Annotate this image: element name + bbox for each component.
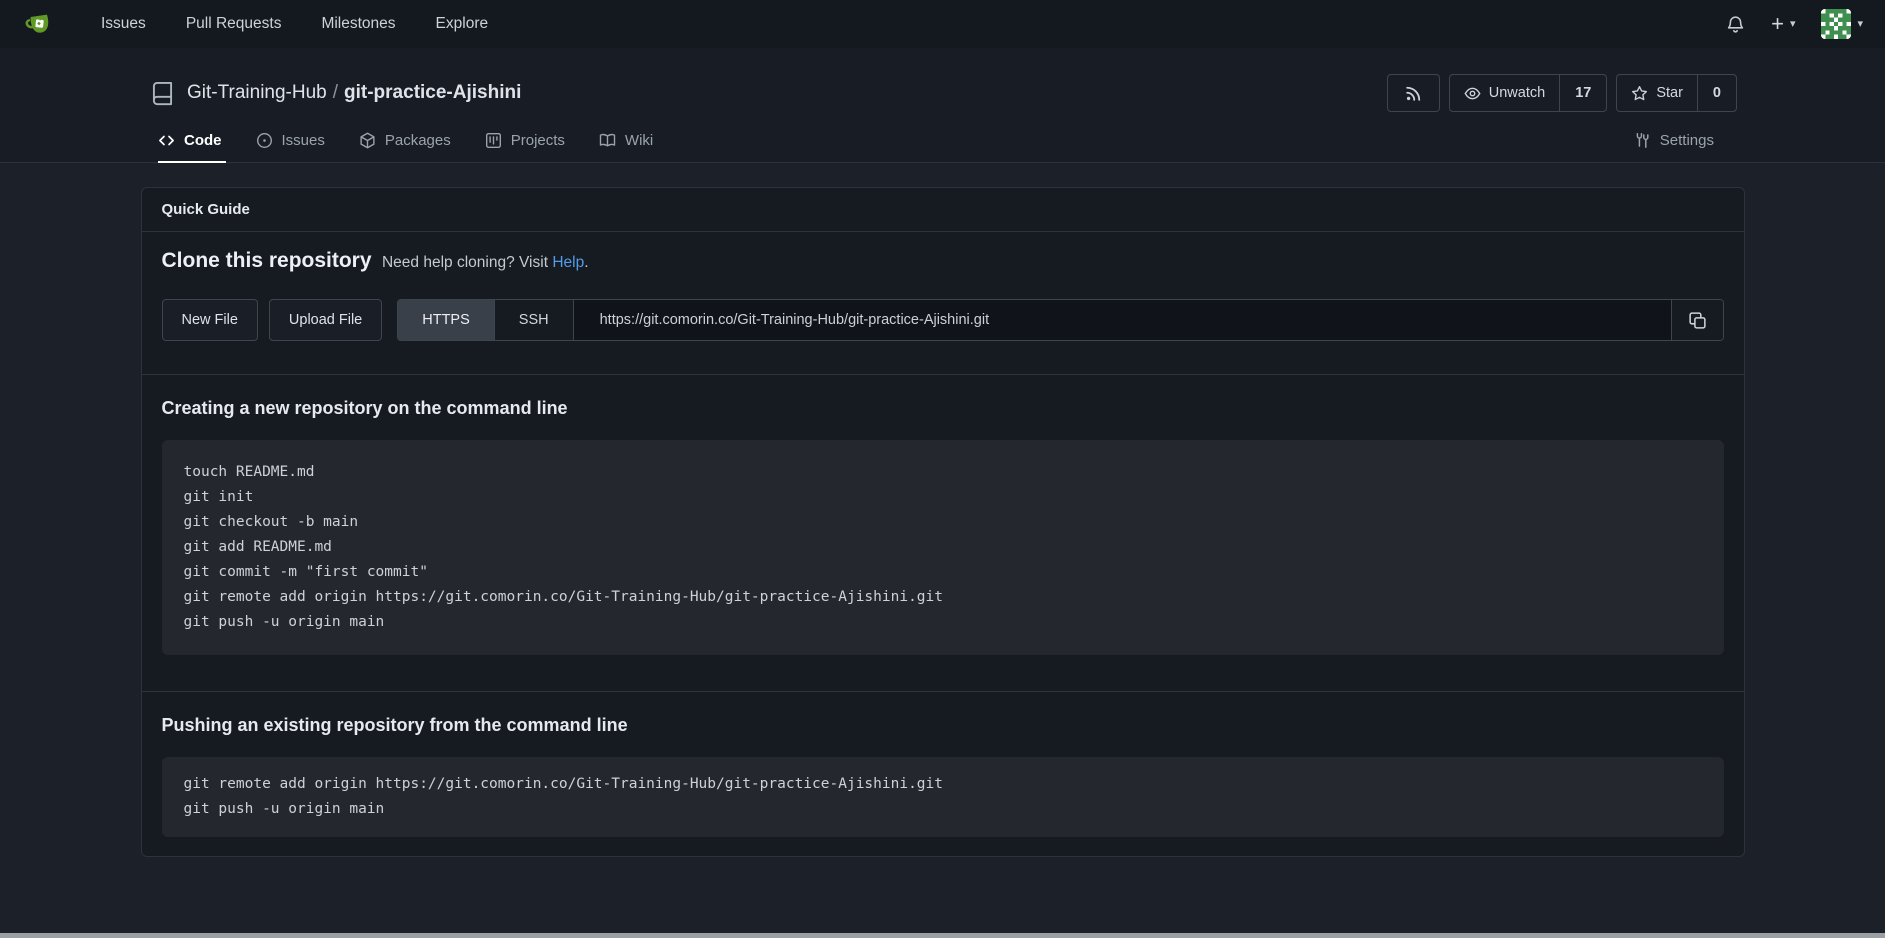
unwatch-label: Unwatch: [1489, 85, 1545, 101]
create-repo-title: Creating a new repository on the command…: [162, 398, 1724, 419]
copy-icon: [1688, 311, 1707, 330]
quick-guide-panel: Quick Guide Clone this repository Need h…: [141, 187, 1745, 857]
copy-url-button[interactable]: [1671, 300, 1723, 340]
repo-book-icon: [150, 81, 175, 106]
tab-wiki-label: Wiki: [625, 132, 653, 149]
chevron-down-icon: ▾: [1857, 19, 1863, 30]
create-repo-section: Creating a new repository on the command…: [142, 374, 1744, 691]
upload-file-button[interactable]: Upload File: [269, 299, 382, 341]
code-line: git init: [184, 485, 1702, 510]
code-icon: [158, 132, 175, 149]
ssh-toggle-button[interactable]: SSH: [495, 300, 574, 340]
clone-toolbar: New File Upload File HTTPS SSH: [162, 299, 1724, 341]
create-new-menu[interactable]: + ▾: [1771, 13, 1795, 35]
clone-section: Clone this repository Need help cloning?…: [142, 232, 1744, 374]
tab-code-label: Code: [184, 132, 222, 149]
rss-icon: [1405, 85, 1422, 102]
clone-subtitle-text: Need help cloning? Visit: [382, 254, 548, 271]
wiki-book-icon: [599, 132, 616, 149]
code-line: git push -u origin main: [184, 797, 1702, 822]
create-repo-code-block[interactable]: touch README.md git init git checkout -b…: [162, 440, 1724, 655]
chevron-down-icon: ▾: [1790, 19, 1796, 30]
tab-settings-label: Settings: [1660, 132, 1714, 149]
tab-packages-label: Packages: [385, 132, 451, 149]
user-menu[interactable]: ▾: [1821, 9, 1863, 39]
repo-actions: Unwatch 17 Star 0: [1387, 74, 1737, 112]
push-existing-code-block[interactable]: git remote add origin https://git.comori…: [162, 757, 1724, 837]
stars-count[interactable]: 0: [1697, 75, 1736, 111]
top-navbar: Issues Pull Requests Milestones Explore …: [0, 0, 1885, 48]
repo-breadcrumb: Git-Training-Hub/git-practice-Ajishini: [187, 82, 521, 104]
main-content: Quick Guide Clone this repository Need h…: [0, 163, 1885, 857]
tabs-left: Code Issues Packages Proj: [158, 132, 667, 162]
https-toggle-button[interactable]: HTTPS: [398, 300, 495, 340]
rss-feed-button[interactable]: [1387, 74, 1440, 112]
star-icon: [1631, 85, 1648, 102]
star-label: Star: [1656, 85, 1683, 101]
code-line: git remote add origin https://git.comori…: [184, 585, 1702, 610]
push-existing-section: Pushing an existing repository from the …: [142, 691, 1744, 856]
clone-subtitle: Need help cloning? Visit Help.: [382, 254, 589, 271]
code-line: git commit -m "first commit": [184, 560, 1702, 585]
navbar-left: Issues Pull Requests Milestones Explore: [24, 0, 508, 48]
nav-item-milestones[interactable]: Milestones: [301, 0, 415, 48]
tab-wiki[interactable]: Wiki: [585, 132, 667, 162]
horizontal-scrollbar[interactable]: [0, 933, 1885, 938]
repo-tabs: Code Issues Packages Proj: [0, 114, 1885, 162]
watchers-count[interactable]: 17: [1559, 75, 1606, 111]
code-line: touch README.md: [184, 460, 1702, 485]
clone-title: Clone this repository: [162, 249, 372, 272]
repo-title: Git-Training-Hub/git-practice-Ajishini: [150, 81, 521, 106]
tab-packages[interactable]: Packages: [345, 132, 465, 162]
tab-issues-label: Issues: [282, 132, 325, 149]
tab-settings[interactable]: Settings: [1620, 132, 1728, 162]
star-button[interactable]: Star 0: [1616, 74, 1737, 112]
nav-item-issues[interactable]: Issues: [81, 0, 166, 48]
repo-title-row: Git-Training-Hub/git-practice-Ajishini: [0, 48, 1885, 114]
tab-projects[interactable]: Projects: [471, 132, 579, 162]
issue-circle-icon: [256, 132, 273, 149]
clone-url-group: HTTPS SSH: [397, 299, 1723, 341]
repo-header: Git-Training-Hub/git-practice-Ajishini: [0, 48, 1885, 163]
code-line: git push -u origin main: [184, 610, 1702, 635]
tab-issues[interactable]: Issues: [242, 132, 339, 162]
repo-owner-link[interactable]: Git-Training-Hub: [187, 82, 327, 103]
tab-projects-label: Projects: [511, 132, 565, 149]
project-board-icon: [485, 132, 502, 149]
package-cube-icon: [359, 132, 376, 149]
repo-name-link[interactable]: git-practice-Ajishini: [344, 82, 521, 103]
avatar: [1821, 9, 1851, 39]
clone-subtitle-period: .: [584, 254, 588, 271]
push-existing-title: Pushing an existing repository from the …: [162, 715, 1724, 736]
code-line: git add README.md: [184, 535, 1702, 560]
breadcrumb-separator: /: [327, 82, 344, 103]
nav-item-pull-requests[interactable]: Pull Requests: [166, 0, 302, 48]
clone-url-input[interactable]: [574, 300, 1671, 340]
code-line: git remote add origin https://git.comori…: [184, 772, 1702, 797]
nav-item-explore[interactable]: Explore: [416, 0, 509, 48]
plus-icon: +: [1771, 13, 1784, 35]
notifications-bell-icon[interactable]: [1726, 15, 1745, 34]
help-link[interactable]: Help: [552, 254, 584, 271]
clone-heading-row: Clone this repository Need help cloning?…: [162, 249, 1724, 273]
eye-icon: [1464, 85, 1481, 102]
unwatch-button[interactable]: Unwatch 17: [1449, 74, 1608, 112]
gitea-logo-icon[interactable]: [24, 9, 55, 40]
code-line: git checkout -b main: [184, 510, 1702, 535]
navbar-right: + ▾ ▾: [1726, 9, 1863, 39]
settings-tools-icon: [1634, 132, 1651, 149]
panel-header: Quick Guide: [142, 188, 1744, 232]
new-file-button[interactable]: New File: [162, 299, 258, 341]
tab-code[interactable]: Code: [158, 132, 236, 162]
